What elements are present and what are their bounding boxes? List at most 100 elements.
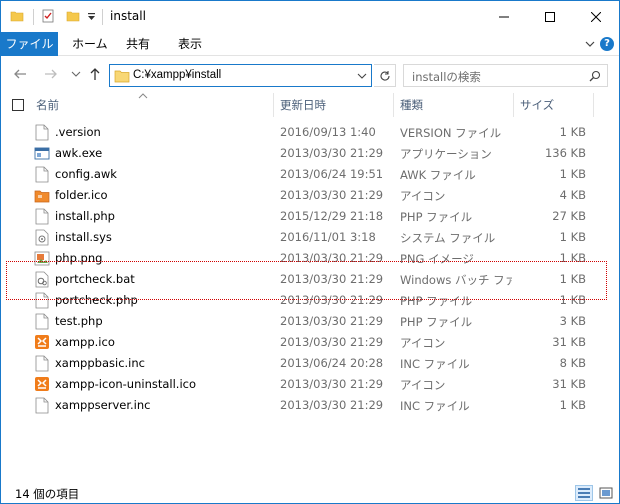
details-view-button[interactable] <box>575 485 593 501</box>
tab-home[interactable]: ホーム <box>61 32 119 56</box>
folder-icon <box>114 70 130 83</box>
help-button[interactable]: ? <box>600 37 614 51</box>
file-date: 2013/03/30 21:29 <box>280 335 384 349</box>
file-type: PNG イメージ <box>400 252 474 266</box>
maximize-button[interactable] <box>527 1 573 32</box>
file-name: xamppserver.inc <box>55 398 151 412</box>
column-header: 名前 更新日時 種類 サイズ <box>1 93 619 117</box>
file-row[interactable]: portcheck.php 2013/03/30 21:29 PHP ファイル 1 K… <box>1 290 619 311</box>
recent-locations-icon[interactable] <box>68 66 84 82</box>
file-size: 1 KB <box>559 293 586 307</box>
file-date: 2016/11/01 3:18 <box>280 230 376 244</box>
file-row[interactable]: php.png 2013/03/30 21:29 PNG イメージ 1 KB <box>1 248 619 269</box>
folder-icon[interactable] <box>10 9 24 23</box>
title-divider <box>102 9 103 25</box>
select-all-checkbox[interactable] <box>12 99 24 111</box>
file-size: 27 KB <box>552 209 586 223</box>
file-type: AWK ファイル <box>400 168 476 182</box>
file-date: 2013/03/30 21:29 <box>280 377 384 391</box>
file-row[interactable]: .version 2016/09/13 1:40 VERSION ファイル 1 KB <box>1 122 619 143</box>
file-row[interactable]: install.sys 2016/11/01 3:18 システム ファイル 1 KB <box>1 227 619 248</box>
address-path: C:¥xampp¥install <box>133 69 222 81</box>
close-button[interactable] <box>573 1 619 32</box>
properties-icon[interactable] <box>41 9 55 23</box>
up-arrow-icon[interactable] <box>87 66 103 82</box>
file-type: PHP ファイル <box>400 210 473 224</box>
column-type[interactable]: 種類 <box>400 97 423 113</box>
explorer-window: install ファイル ホーム 共有 表示 ? C:¥xampp¥instal… <box>0 0 620 504</box>
search-placeholder: installの検索 <box>412 70 481 84</box>
close-icon <box>591 11 601 22</box>
file-row[interactable]: xamppbasic.inc 2013/06/24 20:28 INC ファイル 8 … <box>1 353 619 374</box>
ribbon-tabs: ファイル ホーム 共有 表示 ? <box>1 32 619 56</box>
file-row[interactable]: portcheck.bat 2013/03/30 21:29 Windows バッチ… <box>1 269 619 290</box>
column-date[interactable]: 更新日時 <box>280 97 326 113</box>
title-bar: install <box>1 1 619 32</box>
customize-quick-access-icon[interactable] <box>87 12 96 21</box>
file-size: 1 KB <box>559 230 586 244</box>
file-date: 2013/03/30 21:29 <box>280 251 384 265</box>
chevron-down-icon[interactable] <box>585 39 595 49</box>
png-icon <box>34 250 50 267</box>
column-name[interactable]: 名前 <box>36 97 59 113</box>
refresh-button[interactable] <box>374 64 396 87</box>
tab-share[interactable]: 共有 <box>115 32 161 56</box>
column-divider[interactable] <box>593 93 594 117</box>
file-name: folder.ico <box>55 188 108 202</box>
maximize-icon <box>545 11 555 22</box>
search-input[interactable]: installの検索 <box>403 64 608 87</box>
file-name: install.php <box>55 209 115 223</box>
column-divider[interactable] <box>513 93 514 117</box>
column-divider[interactable] <box>273 93 274 117</box>
forward-arrow-icon[interactable] <box>43 66 59 82</box>
file-name: test.php <box>55 314 103 328</box>
chevron-down-icon[interactable] <box>357 71 367 81</box>
address-bar[interactable]: C:¥xampp¥install <box>109 64 372 87</box>
large-icons-view-icon <box>599 487 613 499</box>
file-size: 4 KB <box>559 188 586 202</box>
file-date: 2013/03/30 21:29 <box>280 272 384 286</box>
file-name: php.png <box>55 251 103 265</box>
file-row[interactable]: xamppserver.inc 2013/03/30 21:29 INC ファイル 1… <box>1 395 619 416</box>
file-name: xamppbasic.inc <box>55 356 145 370</box>
file-date: 2013/06/24 19:51 <box>280 167 384 181</box>
file-name: config.awk <box>55 167 117 181</box>
exe-icon <box>34 145 50 162</box>
tab-file[interactable]: ファイル <box>1 32 58 56</box>
column-size[interactable]: サイズ <box>520 97 554 113</box>
file-type: Windows バッチ ファ... <box>400 273 512 287</box>
column-divider[interactable] <box>393 93 394 117</box>
file-type: アイコン <box>400 378 446 392</box>
tab-view[interactable]: 表示 <box>167 32 213 56</box>
file-type: PHP ファイル <box>400 294 473 308</box>
file-row[interactable]: config.awk 2013/06/24 19:51 AWK ファイル 1 KB <box>1 164 619 185</box>
file-size: 1 KB <box>559 125 586 139</box>
file-row[interactable]: test.php 2013/03/30 21:29 PHP ファイル 3 KB <box>1 311 619 332</box>
file-row[interactable]: awk.exe 2013/03/30 21:29 アプリケーション 136 KB <box>1 143 619 164</box>
large-icons-view-button[interactable] <box>597 485 615 501</box>
refresh-icon <box>379 70 390 81</box>
xampp-icon <box>34 376 50 393</box>
file-name: awk.exe <box>55 146 103 160</box>
file-row[interactable]: folder.ico 2013/03/30 21:29 アイコン 4 KB <box>1 185 619 206</box>
back-arrow-icon[interactable] <box>12 66 28 82</box>
file-size: 1 KB <box>559 167 586 181</box>
minimize-button[interactable] <box>481 1 527 32</box>
doc-icon <box>34 355 50 372</box>
file-size: 1 KB <box>559 398 586 412</box>
file-size: 8 KB <box>559 356 586 370</box>
file-row[interactable]: xampp-icon-uninstall.ico 2013/03/30 21:29… <box>1 374 619 395</box>
doc-icon <box>34 397 50 414</box>
file-row[interactable]: install.php 2015/12/29 21:18 PHP ファイル 27 KB <box>1 206 619 227</box>
file-type: アイコン <box>400 336 446 350</box>
file-size: 1 KB <box>559 272 586 286</box>
file-size: 136 KB <box>544 146 586 160</box>
file-name: install.sys <box>55 230 112 244</box>
file-type: VERSION ファイル <box>400 126 502 140</box>
file-type: アプリケーション <box>400 147 492 161</box>
file-size: 3 KB <box>559 314 586 328</box>
new-folder-icon[interactable] <box>66 9 80 23</box>
file-date: 2013/03/30 21:29 <box>280 146 384 160</box>
file-type: アイコン <box>400 189 446 203</box>
file-row[interactable]: xampp.ico 2013/03/30 21:29 アイコン 31 KB <box>1 332 619 353</box>
